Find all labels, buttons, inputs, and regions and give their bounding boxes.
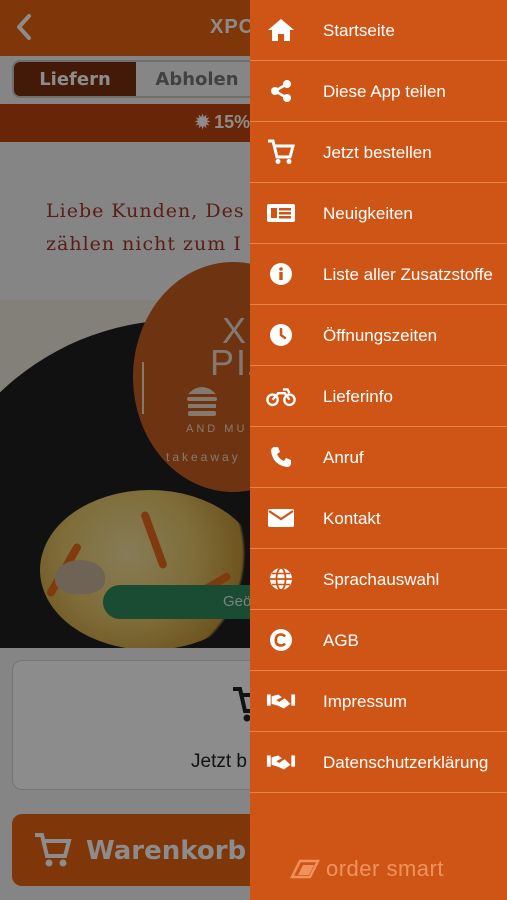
home-icon bbox=[266, 17, 296, 43]
drawer-item-imprint[interactable]: Impressum bbox=[250, 671, 507, 732]
copyright-icon bbox=[266, 627, 296, 653]
drawer-item-terms[interactable]: AGB bbox=[250, 610, 507, 671]
cart-icon bbox=[266, 139, 296, 165]
drawer-item-label: AGB bbox=[323, 631, 359, 650]
drawer-item-privacy[interactable]: Datenschutzerklärung bbox=[250, 732, 507, 793]
handshake-icon bbox=[266, 688, 296, 714]
brand-name: order smart bbox=[326, 856, 444, 881]
drawer-item-order-now[interactable]: Jetzt bestellen bbox=[250, 122, 507, 183]
drawer-item-label: Liste aller Zusatzstoffe bbox=[323, 265, 493, 284]
navigation-drawer: Startseite Diese App teilen Jetzt bestel… bbox=[250, 0, 507, 900]
drawer-item-language[interactable]: Sprachauswahl bbox=[250, 549, 507, 610]
drawer-item-label: Anruf bbox=[323, 448, 364, 467]
drawer-item-label: Datenschutzerklärung bbox=[323, 753, 489, 772]
drawer-item-share[interactable]: Diese App teilen bbox=[250, 61, 507, 122]
drawer-item-label: Sprachauswahl bbox=[323, 570, 440, 589]
clock-icon bbox=[266, 322, 296, 348]
drawer-item-label: Startseite bbox=[323, 21, 395, 40]
drawer-item-contact[interactable]: Kontakt bbox=[250, 488, 507, 549]
drawer-item-label: Jetzt bestellen bbox=[323, 143, 432, 162]
drawer-item-additives[interactable]: Liste aller Zusatzstoffe bbox=[250, 244, 507, 305]
drawer-item-home[interactable]: Startseite bbox=[250, 0, 507, 61]
phone-icon bbox=[266, 444, 296, 470]
drawer-item-delivery-info[interactable]: Lieferinfo bbox=[250, 366, 507, 427]
drawer-item-news[interactable]: Neuigkeiten bbox=[250, 183, 507, 244]
drawer-item-call[interactable]: Anruf bbox=[250, 427, 507, 488]
drawer-item-label: Lieferinfo bbox=[323, 387, 393, 406]
drawer-item-label: Impressum bbox=[323, 692, 408, 711]
drawer-item-label: Diese App teilen bbox=[323, 82, 446, 101]
drawer-item-label: Kontakt bbox=[323, 509, 381, 528]
order-smart-logo-icon bbox=[290, 859, 320, 879]
share-icon bbox=[266, 78, 296, 104]
handshake-icon bbox=[266, 749, 296, 775]
motorbike-icon bbox=[266, 383, 296, 409]
envelope-icon bbox=[266, 505, 296, 531]
drawer-item-label: Neuigkeiten bbox=[323, 204, 413, 223]
drawer-item-opening-hours[interactable]: Öffnungszeiten bbox=[250, 305, 507, 366]
news-icon bbox=[266, 200, 296, 226]
globe-icon bbox=[266, 566, 296, 592]
drawer-item-label: Öffnungszeiten bbox=[323, 326, 438, 345]
info-icon bbox=[266, 261, 296, 287]
brand-footer: order smart bbox=[290, 855, 444, 883]
